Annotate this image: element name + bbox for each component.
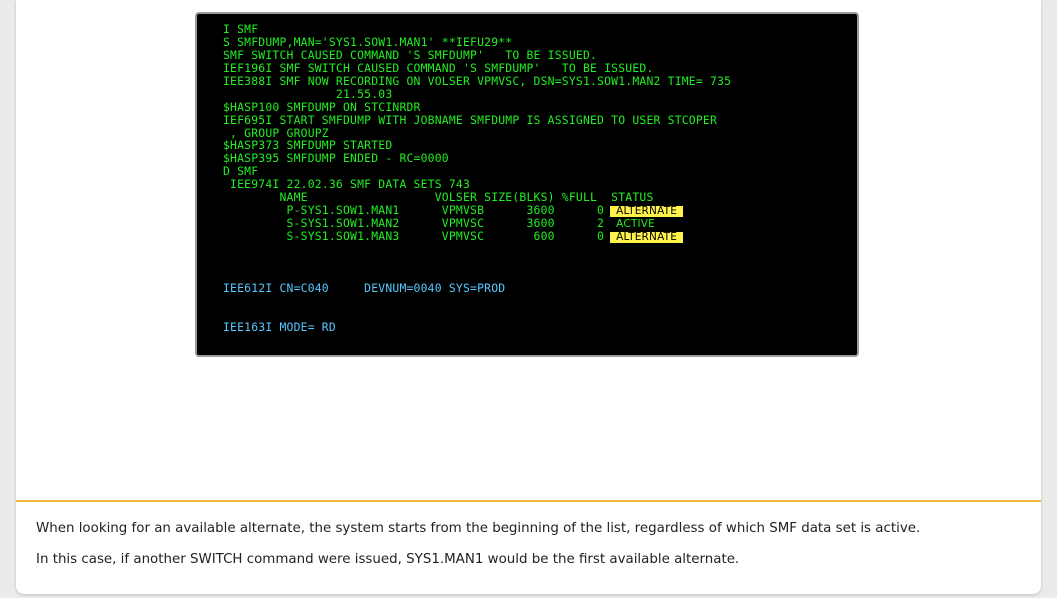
console-mode-line: IEE163I MODE= RD xyxy=(223,319,336,334)
console-line: $HASP100 SMFDUMP ON STCINRDR xyxy=(223,99,421,114)
console-spacer xyxy=(223,269,731,282)
dataset-row-text: P-SYS1.SOW1.MAN1 VPMVSB 3600 0 xyxy=(223,203,605,218)
status-badge: ALTERNATE xyxy=(610,206,684,218)
console-line: I SMF xyxy=(223,22,259,36)
console-line: IEF695I START SMFDUMP WITH JOBNAME SMFDU… xyxy=(223,112,718,127)
console-line: SMF SWITCH CAUSED COMMAND 'S SMFDUMP' TO… xyxy=(223,47,598,62)
console-line: IEE388I SMF NOW RECORDING ON VOLSER VPMV… xyxy=(223,73,732,88)
section-divider xyxy=(16,500,1041,502)
status-badge: ALTERNATE xyxy=(610,232,684,243)
console-spacer xyxy=(223,243,731,256)
console-line: 21.55.03 xyxy=(223,86,393,101)
console-spacer xyxy=(223,308,731,321)
console-status-line: IEE612I CN=C040 DEVNUM=0040 SYS=PROD xyxy=(223,280,506,295)
console-line: S SMFDUMP,MAN='SYS1.SOW1.MAN1' **IEFU29*… xyxy=(223,34,513,49)
console-screenshot: I SMF S SMFDUMP,MAN='SYS1.SOW1.MAN1' **I… xyxy=(195,12,859,357)
console-spacer xyxy=(223,295,731,308)
explanation-text: When looking for an available alternate,… xyxy=(36,521,1026,583)
dataset-row-text: S-SYS1.SOW1.MAN3 VPMVSC 600 0 xyxy=(223,229,605,243)
console-output: I SMF S SMFDUMP,MAN='SYS1.SOW1.MAN1' **I… xyxy=(223,23,731,334)
console-spacer xyxy=(223,256,731,269)
status-badge: ACTIVE xyxy=(616,218,655,231)
dataset-row: S-SYS1.SOW1.MAN3 VPMVSC 600 0 ALTERNATE xyxy=(223,230,731,243)
note-paragraph: When looking for an available alternate,… xyxy=(36,521,921,536)
content-card: I SMF S SMFDUMP,MAN='SYS1.SOW1.MAN1' **I… xyxy=(16,0,1041,594)
note-paragraph: In this case, if another SWITCH command … xyxy=(36,552,740,567)
console-line: IEF196I SMF SWITCH CAUSED COMMAND 'S SMF… xyxy=(223,60,654,75)
dataset-row-text: S-SYS1.SOW1.MAN2 VPMVSC 3600 2 xyxy=(223,216,605,231)
console-line: $HASP395 SMFDUMP ENDED - RC=0000 xyxy=(223,151,449,166)
